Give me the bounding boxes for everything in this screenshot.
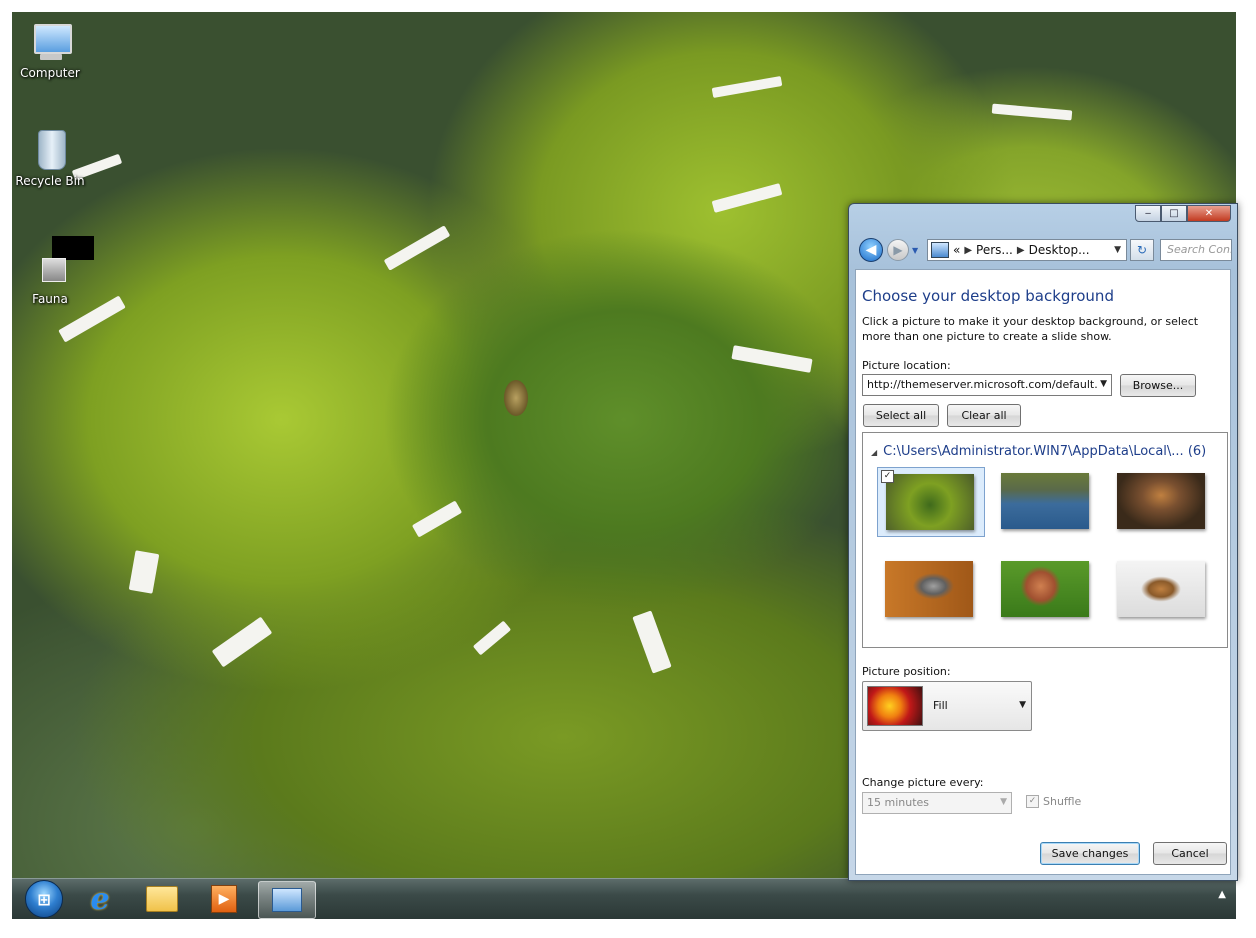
group-count: (6) [1187,444,1207,459]
address-overflow[interactable]: « [953,243,960,257]
wallpaper-scale-mark [711,183,783,213]
thumbnail-image [1117,561,1205,617]
search-input[interactable]: Search Con... [1160,239,1232,261]
thumbnail-checkbox[interactable]: ✓ [881,470,894,483]
taskbar-media-player[interactable]: ▶ [196,881,252,917]
change-picture-label: Change picture every: [862,776,984,789]
picture-position-value: Fill [933,699,948,712]
shuffle-checkbox[interactable]: ✓ Shuffle [1026,795,1081,808]
back-button[interactable]: ◀ [859,238,883,262]
collapse-triangle-icon: ◢ [871,448,878,457]
wallpaper-scale-mark [991,103,1073,121]
taskbar-control-panel[interactable] [258,881,316,919]
taskbar-windows-explorer[interactable] [134,881,190,917]
gallery-thumbnail-snail[interactable] [993,555,1101,625]
taskbar-internet-explorer[interactable]: e [72,881,128,917]
wallpaper-scale-mark [472,620,512,656]
breadcrumb-desktop-background[interactable]: Desktop... [1029,243,1090,257]
wallpaper-scale-mark [632,610,672,674]
breadcrumb-personalization[interactable]: Pers... [976,243,1013,257]
shuffle-label: Shuffle [1043,795,1082,808]
chevron-down-icon: ▼ [1019,700,1026,710]
change-interval-combo[interactable]: 15 minutes ▼ [862,792,1012,814]
content-pane: Choose your desktop background Click a p… [855,269,1231,875]
refresh-button[interactable]: ↻ [1130,239,1154,261]
thumbnail-image [1001,473,1089,529]
wallpaper-scale-mark [711,75,783,99]
address-bar[interactable]: « ▶ Pers... ▶ Desktop... ▼ [927,239,1127,261]
recycle-bin-icon [26,128,74,172]
address-dropdown-icon[interactable]: ▼ [1114,245,1121,255]
windows-logo-icon: ⊞ [25,880,63,918]
group-path: C:\Users\Administrator.WIN7\AppData\Loca… [883,444,1184,459]
breadcrumb-separator: ▶ [1016,244,1025,256]
wallpaper-scale-mark [211,616,273,668]
media-player-icon: ▶ [211,885,237,913]
wallpaper-scale-mark [731,345,813,373]
internet-explorer-icon: e [90,881,110,917]
position-preview-image [867,686,923,726]
gallery-thumbnail-green-snake[interactable]: ✓ [877,467,985,537]
page-title: Choose your desktop background [862,287,1114,305]
thumbnail-image [885,561,973,617]
desktop-icon-label: Computer [20,66,80,80]
gallery-thumbnail-chipmunk[interactable] [1109,467,1217,537]
change-interval-value: 15 minutes [867,796,930,809]
control-panel-icon [272,888,302,912]
close-button[interactable]: ✕ [1187,205,1231,222]
thumbnail-image [1001,561,1089,617]
gallery-thumbnail-turtle-water[interactable] [993,467,1101,537]
taskbar: ⊞ e ▶ ▲ [12,878,1236,919]
page-description: Click a picture to make it your desktop … [862,315,1199,343]
folder-icon [146,886,178,912]
chevron-down-icon: ▼ [1100,379,1107,389]
picture-gallery: ◢ C:\Users\Administrator.WIN7\AppData\Loc… [862,432,1228,648]
wallpaper-scale-mark [411,500,463,538]
cancel-button[interactable]: Cancel [1153,842,1227,865]
wallpaper-snake-eye [504,380,528,416]
wallpaper-scale-mark [383,225,451,271]
desktop-icon-recycle-bin[interactable]: Recycle Bin [10,128,90,188]
picture-location-value: http://themeserver.microsoft.com/default… [867,378,1098,391]
recent-pages-button[interactable]: ▼ [912,246,918,255]
desktop-icon-label: Fauna [32,292,68,306]
select-all-button[interactable]: Select all [863,404,939,427]
picture-location-label: Picture location: [862,359,951,372]
computer-icon [26,20,74,64]
desktop-background-window: ‒ □ ✕ ◀ ▶ ▼ « ▶ Pers... ▶ Desktop... ▼ ↻… [848,203,1238,881]
minimize-button[interactable]: ‒ [1135,205,1161,222]
window-controls: ‒ □ ✕ [1135,205,1231,222]
browse-button[interactable]: Browse... [1120,374,1196,397]
picture-position-combo[interactable]: Fill ▼ [862,681,1032,731]
save-changes-button[interactable]: Save changes [1040,842,1140,865]
theme-shortcut-icon [26,236,94,290]
chevron-down-icon: ▼ [1000,797,1007,807]
breadcrumb-separator: ▶ [964,244,973,256]
gallery-group-header[interactable]: ◢ C:\Users\Administrator.WIN7\AppData\Loc… [871,444,1206,459]
forward-button[interactable]: ▶ [887,239,909,261]
shuffle-check-box: ✓ [1026,795,1039,808]
thumbnail-image [886,474,974,530]
control-panel-icon [931,242,949,258]
thumbnail-image [1117,473,1205,529]
start-button[interactable]: ⊞ [16,880,72,918]
desktop-icon-label: Recycle Bin [15,174,85,188]
desktop-icon-computer[interactable]: Computer [10,20,90,80]
picture-location-combo[interactable]: http://themeserver.microsoft.com/default… [862,374,1112,396]
show-hidden-icons-button[interactable]: ▲ [1218,889,1226,900]
maximize-button[interactable]: □ [1161,205,1187,222]
desktop-icon-fauna[interactable]: Fauna [10,236,94,306]
clear-all-button[interactable]: Clear all [947,404,1021,427]
picture-position-label: Picture position: [862,665,951,678]
gallery-thumbnail-giraffe[interactable] [1109,555,1217,625]
gallery-thumbnail-heron[interactable] [877,555,985,625]
wallpaper-scale-mark [128,550,160,594]
